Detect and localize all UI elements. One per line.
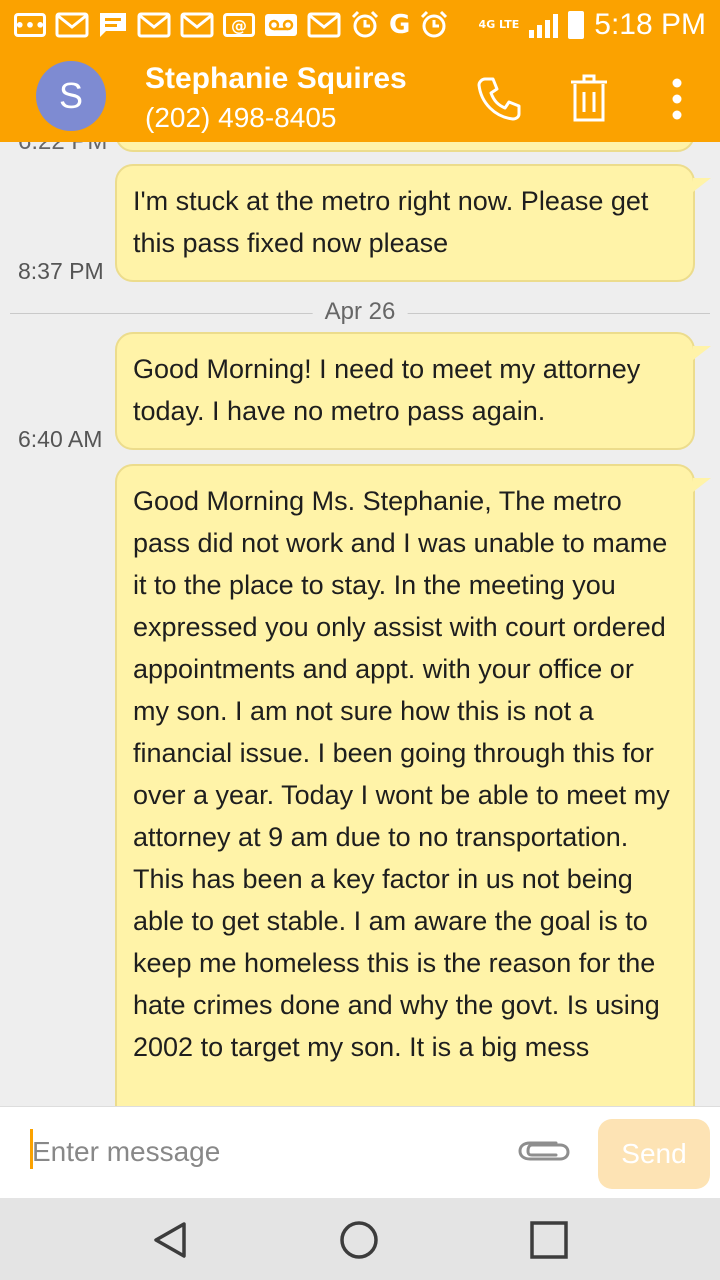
header: ••• @ G 4G LTE 5:18 PM S Stephanie Squir… — [0, 0, 720, 142]
avatar[interactable]: S — [36, 61, 106, 131]
gmail-icon — [307, 12, 341, 38]
voicemail-icon — [264, 13, 298, 37]
send-button[interactable]: Send — [598, 1119, 710, 1189]
recents-button[interactable] — [527, 1218, 571, 1262]
bubble-tail — [693, 346, 711, 360]
bubble-tail — [693, 478, 711, 492]
call-button[interactable] — [472, 72, 526, 126]
message-time: 8:37 PM — [18, 258, 104, 284]
phone-icon — [477, 77, 521, 121]
delete-button[interactable] — [562, 72, 616, 126]
date-separator: Apr 26 — [10, 298, 710, 328]
signal-icon — [529, 12, 559, 38]
message-bubble[interactable]: I'm stuck at the metro right now. Please… — [115, 164, 711, 282]
more-vert-icon — [672, 78, 682, 120]
at-icon: @ — [223, 13, 255, 37]
message-time: 6:22 PM — [18, 142, 107, 156]
back-triangle-icon — [154, 1222, 186, 1258]
alarm-icon — [419, 10, 449, 40]
contact-name: Stephanie Squires — [145, 62, 407, 95]
bubble-tail — [693, 178, 711, 192]
gmail-icon — [180, 12, 214, 38]
network-4g-icon: 4G LTE — [478, 18, 520, 31]
message-text: I'm stuck at the metro right now. Please… — [133, 186, 649, 258]
recents-square-icon — [530, 1221, 568, 1259]
gmail-icon — [55, 12, 89, 38]
navigation-bar — [0, 1198, 720, 1280]
app-bar: S Stephanie Squires (202) 498-8405 — [0, 50, 720, 142]
back-button[interactable] — [148, 1218, 192, 1262]
contact-phone: (202) 498-8405 — [145, 102, 337, 133]
composer: Send — [0, 1106, 720, 1199]
text-cursor — [30, 1129, 33, 1169]
more-icon: ••• — [14, 13, 46, 37]
alarm-icon — [350, 10, 380, 40]
message-bubble-partial[interactable] — [115, 142, 695, 152]
message-text: Good Morning Ms. Stephanie, The metro pa… — [133, 486, 670, 1062]
gmail-icon — [137, 12, 171, 38]
home-button[interactable] — [337, 1218, 381, 1262]
message-input[interactable] — [28, 1127, 496, 1177]
message-time: 6:40 AM — [18, 426, 103, 452]
status-time: 5:18 PM — [594, 8, 706, 41]
google-icon: G — [389, 10, 411, 40]
overflow-menu-button[interactable] — [650, 72, 704, 126]
message-bubble[interactable]: Good Morning Ms. Stephanie, The metro pa… — [115, 464, 711, 1106]
battery-icon — [568, 11, 585, 39]
message-icon — [98, 11, 128, 39]
status-bar: ••• @ G 4G LTE 5:18 PM — [0, 0, 720, 50]
message-text: Good Morning! I need to meet my attorney… — [133, 354, 641, 426]
home-circle-icon — [340, 1221, 378, 1259]
paperclip-icon — [518, 1141, 570, 1161]
message-bubble[interactable]: Good Morning! I need to meet my attorney… — [115, 332, 711, 450]
date-label: Apr 26 — [312, 298, 408, 326]
trash-icon — [571, 74, 607, 122]
conversation[interactable]: 6:22 PM I'm stuck at the metro right now… — [0, 142, 720, 1106]
attach-button[interactable] — [516, 1135, 572, 1170]
